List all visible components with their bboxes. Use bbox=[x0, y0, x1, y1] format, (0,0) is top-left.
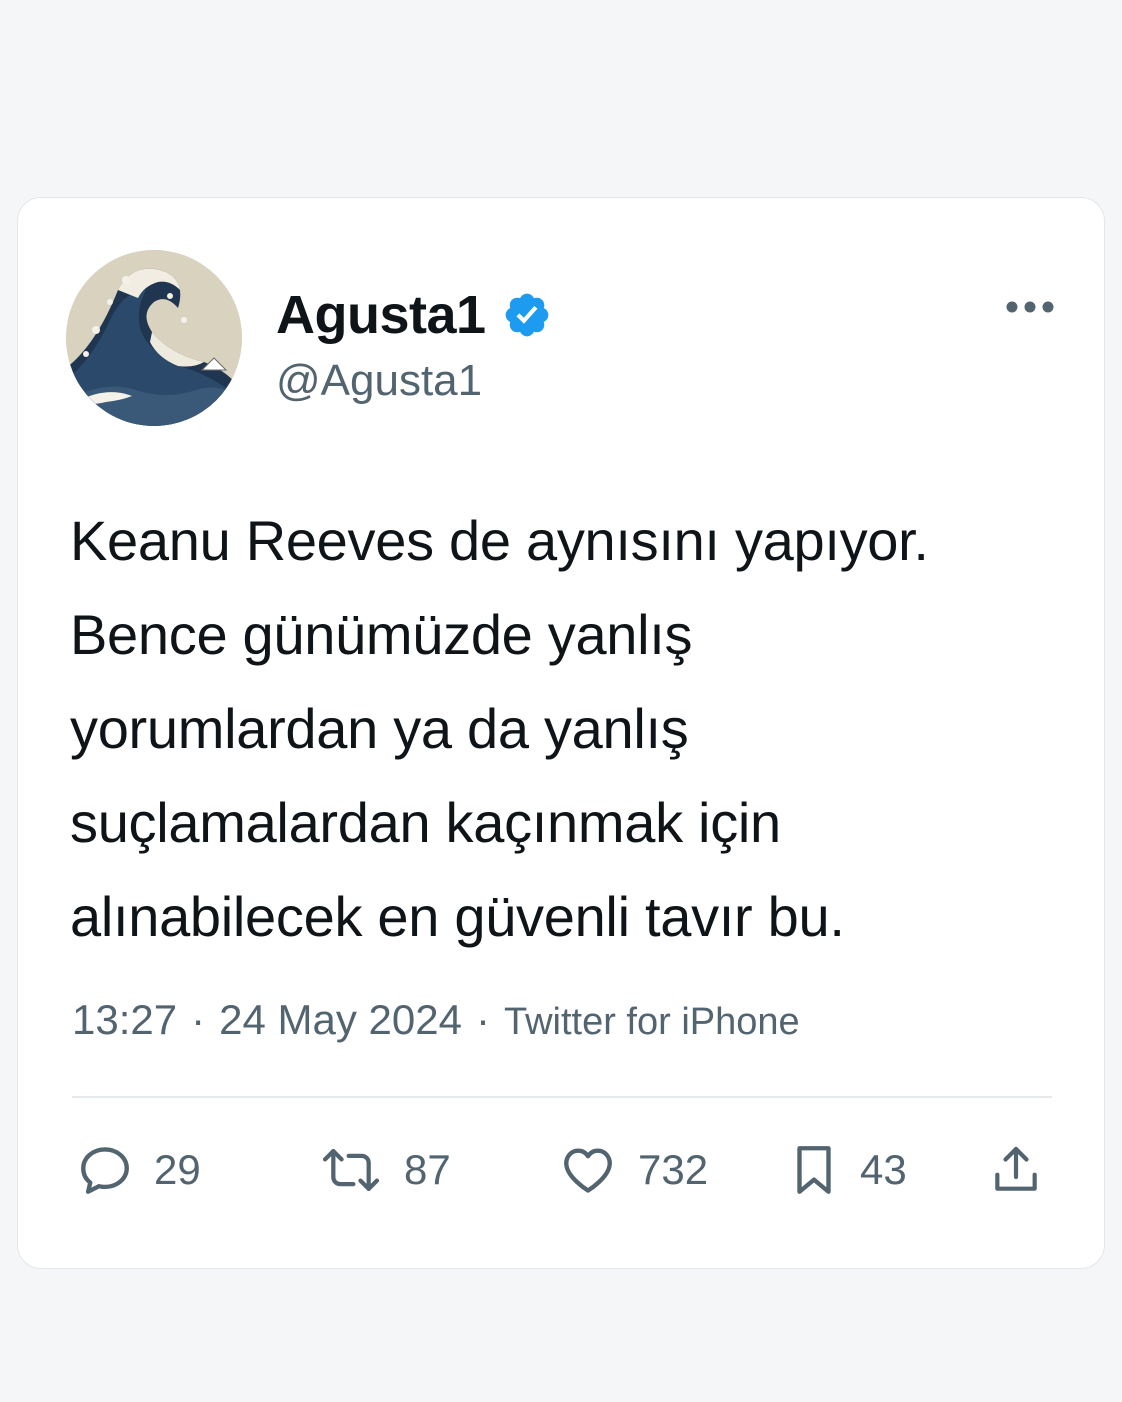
tweet-text-line: suçlamalardan kaçınmak için bbox=[70, 791, 781, 854]
retweet-icon bbox=[322, 1149, 380, 1191]
tweet-text-line: Bence günümüzde yanlış bbox=[70, 603, 693, 666]
like-button[interactable]: 732 bbox=[558, 1140, 708, 1200]
tweet-text-line: alınabilecek en güvenli tavır bu. bbox=[70, 885, 845, 948]
share-button[interactable] bbox=[988, 1140, 1044, 1200]
more-horizontal-icon bbox=[1006, 301, 1054, 313]
tweet-source[interactable]: Twitter for iPhone bbox=[504, 1001, 800, 1044]
tweet-card: Agusta1 @Agusta1 Keanu Reeves de aynısın… bbox=[17, 197, 1105, 1269]
tweet-time[interactable]: 13:27 bbox=[72, 996, 177, 1044]
share-icon bbox=[995, 1146, 1037, 1191]
tweet-text-line: yorumlardan ya da yanlış bbox=[70, 697, 689, 760]
retweet-button[interactable]: 87 bbox=[318, 1140, 451, 1200]
bookmark-icon bbox=[797, 1146, 831, 1194]
heart-icon bbox=[564, 1148, 612, 1193]
more-options-button[interactable] bbox=[1000, 292, 1060, 322]
avatar-image bbox=[66, 250, 242, 426]
reply-button[interactable]: 29 bbox=[76, 1140, 201, 1200]
reply-icon bbox=[81, 1147, 129, 1194]
meta-separator: · bbox=[475, 996, 490, 1043]
author-display-name[interactable]: Agusta1 bbox=[276, 284, 486, 346]
bookmark-count: 43 bbox=[860, 1146, 907, 1193]
retweet-count: 87 bbox=[404, 1146, 451, 1193]
tweet-text-line: Keanu Reeves de aynısını yapıyor. bbox=[70, 509, 929, 572]
meta-separator: · bbox=[191, 996, 206, 1043]
verified-badge-icon bbox=[505, 293, 548, 337]
divider bbox=[72, 1096, 1052, 1098]
author-handle[interactable]: @Agusta1 bbox=[276, 356, 482, 406]
tweet-date[interactable]: 24 May 2024 bbox=[219, 996, 462, 1044]
author-name-row: Agusta1 bbox=[276, 284, 552, 346]
like-count: 732 bbox=[638, 1146, 709, 1193]
avatar[interactable] bbox=[66, 250, 242, 426]
reply-count: 29 bbox=[154, 1146, 201, 1193]
tweet-text: Keanu Reeves de aynısını yapıyor. Bence … bbox=[70, 494, 1060, 964]
bookmark-button[interactable]: 43 bbox=[788, 1140, 907, 1200]
tweet-meta: 13:27 · 24 May 2024 · Twitter for iPhone bbox=[72, 996, 800, 1044]
